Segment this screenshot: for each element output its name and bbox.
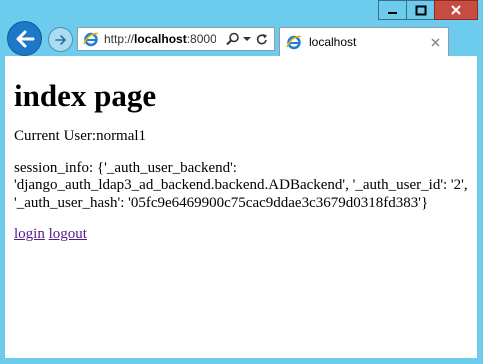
logout-link[interactable]: logout (49, 226, 87, 242)
close-tab-button[interactable] (428, 35, 442, 49)
session-info: session_info: {'_auth_user_backend': 'dj… (14, 159, 468, 211)
chevron-down-icon (243, 37, 251, 41)
address-url[interactable]: http://localhost:8000/ (104, 32, 216, 46)
tab-title: localhost (309, 35, 357, 49)
refresh-icon (256, 33, 267, 44)
refresh-button[interactable] (256, 31, 270, 47)
maximize-icon (415, 5, 426, 15)
close-icon (451, 5, 461, 15)
url-rest: :8000/ (186, 32, 216, 46)
page-content: index page Current User:normal1 session_… (5, 56, 477, 358)
url-scheme: http:// (104, 32, 135, 46)
current-user-value: normal1 (96, 128, 147, 144)
title-bar (0, 0, 483, 22)
close-icon (430, 37, 440, 47)
internet-explorer-icon (83, 32, 99, 47)
login-link[interactable]: login (14, 226, 45, 242)
page-title: index page (14, 78, 157, 113)
close-window-button[interactable] (434, 0, 478, 20)
forward-button[interactable] (48, 27, 73, 52)
minimize-icon (387, 12, 397, 14)
internet-explorer-icon (286, 35, 302, 50)
search-button[interactable] (226, 31, 242, 47)
back-arrow-icon (16, 30, 34, 47)
current-user-line: Current User:normal1 (14, 128, 468, 146)
url-host: localhost (134, 32, 187, 46)
minimize-button[interactable] (378, 0, 406, 20)
back-button[interactable] (7, 21, 42, 56)
current-user-label: Current User: (14, 128, 97, 144)
forward-arrow-icon (54, 34, 66, 45)
search-icon (226, 32, 239, 46)
maximize-button[interactable] (406, 0, 434, 20)
address-dropdown-button[interactable] (242, 31, 252, 47)
auth-links: login logout (14, 226, 468, 244)
tab-localhost[interactable]: localhost (279, 27, 449, 56)
address-bar[interactable]: http://localhost:8000/ (77, 27, 275, 51)
